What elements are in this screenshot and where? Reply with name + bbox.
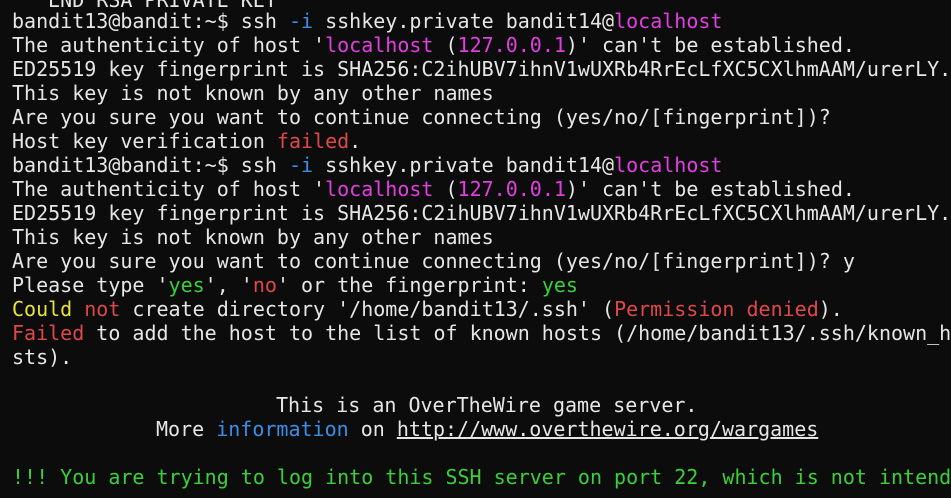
error-text: not — [84, 297, 121, 321]
confirm-prompt: Are you sure you want to continue connec… — [12, 249, 855, 273]
output-text: This key is not known by any other names — [12, 81, 494, 105]
terminal-line: sts). — [12, 345, 72, 369]
terminal-line: Could not create directory '/home/bandit… — [12, 297, 843, 321]
output-text: ( — [433, 33, 458, 57]
terminal-line: Please type 'yes', 'no' or the fingerpri… — [12, 273, 578, 297]
terminal-line: This key is not known by any other names — [12, 225, 494, 249]
terminal-line: Are you sure you want to continue connec… — [12, 249, 855, 273]
wargames-link[interactable]: http://www.overthewire.org/wargames — [397, 417, 818, 441]
terminal-line: Failed to add the host to the list of kn… — [12, 321, 951, 345]
banner-text: This is an OverTheWire game server. — [276, 393, 698, 417]
shell-prompt: bandit13@bandit:~$ ssh — [12, 153, 289, 177]
terminal-window[interactable]: END RSA PRIVATE KEY bandit13@bandit:~$ s… — [0, 0, 951, 498]
output-text: ). — [818, 297, 843, 321]
output-text: )' can't be established. — [565, 177, 855, 201]
terminal-line: The authenticity of host 'localhost (127… — [12, 33, 855, 57]
output-text: ( — [433, 177, 458, 201]
terminal-line: The authenticity of host 'localhost (127… — [12, 177, 855, 201]
hostname: localhost — [325, 177, 434, 201]
output-text: create directory '/home/bandit13/.ssh' ( — [120, 297, 615, 321]
output-text: Host key verification — [12, 129, 277, 153]
error-text: failed — [276, 129, 350, 153]
terminal-line: This is an OverTheWire game server. — [276, 393, 697, 417]
answer-no: no — [252, 273, 277, 297]
terminal-line: Host key verification failed. — [12, 129, 361, 153]
hostname: localhost — [614, 153, 723, 177]
command-text: sshkey.private bandit14@ — [313, 153, 615, 177]
banner-text: More — [156, 417, 217, 441]
error-text: Failed — [12, 321, 85, 345]
output-text: ', ' — [204, 273, 253, 297]
ip-address: 127.0.0.1 — [457, 33, 566, 57]
terminal-line: ED25519 key fingerprint is SHA256:C2ihUB… — [12, 57, 951, 81]
output-text: )' can't be established. — [565, 33, 855, 57]
output-text: ' or the fingerprint: — [276, 273, 542, 297]
output-text: sts). — [12, 345, 73, 369]
output-text: . — [349, 129, 362, 153]
output-text: Please type ' — [12, 273, 169, 297]
output-text: The authenticity of host ' — [12, 177, 326, 201]
terminal-line: Are you sure you want to continue connec… — [12, 105, 831, 129]
output-text: This key is not known by any other names — [12, 225, 494, 249]
command-flag: -i — [288, 153, 314, 177]
hostname: localhost — [325, 33, 434, 57]
output-text: The authenticity of host ' — [12, 33, 326, 57]
terminal-line: This key is not known by any other names — [12, 81, 494, 105]
ip-address: 127.0.0.1 — [457, 177, 566, 201]
terminal-line: More information on http://www.overthewi… — [156, 417, 818, 441]
terminal-line: ED25519 key fingerprint is SHA256:C2ihUB… — [12, 201, 951, 225]
banner-highlight: information — [216, 417, 349, 441]
warning-text: Could — [12, 297, 85, 321]
answer-yes: yes — [168, 273, 205, 297]
terminal-line: !!! You are trying to log into this SSH … — [12, 465, 951, 489]
fingerprint-text: ED25519 key fingerprint is SHA256:C2ihUB… — [12, 201, 951, 225]
warning-banner: !!! You are trying to log into this SSH … — [12, 465, 951, 489]
terminal-line: bandit13@bandit:~$ ssh -i sshkey.private… — [12, 9, 722, 33]
output-text: to add the host to the list of known hos… — [84, 321, 951, 345]
fingerprint-text: ED25519 key fingerprint is SHA256:C2ihUB… — [12, 57, 951, 81]
command-flag: -i — [288, 9, 314, 33]
hostname: localhost — [614, 9, 723, 33]
shell-prompt: bandit13@bandit:~$ ssh — [12, 9, 289, 33]
error-text: Permission denied — [614, 297, 819, 321]
confirm-prompt: Are you sure you want to continue connec… — [12, 105, 831, 129]
terminal-line: bandit13@bandit:~$ ssh -i sshkey.private… — [12, 153, 722, 177]
answer-yes: yes — [541, 273, 578, 297]
banner-text: on — [348, 417, 397, 441]
command-text: sshkey.private bandit14@ — [313, 9, 615, 33]
